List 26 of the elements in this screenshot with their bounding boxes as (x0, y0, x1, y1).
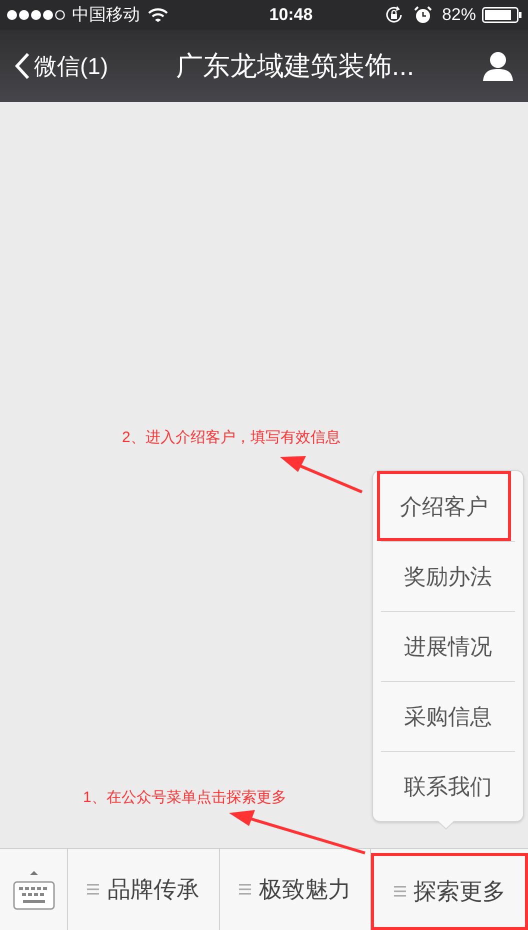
menu-lines-icon (394, 886, 406, 897)
back-button[interactable]: 微信(1) (14, 48, 108, 84)
battery-icon (482, 7, 522, 23)
popup-menu-item[interactable]: 介绍客户 (377, 471, 511, 541)
menu-tab[interactable]: 品牌传承 (68, 849, 220, 930)
popup-menu-item[interactable]: 进展情况 (381, 611, 515, 681)
rotation-lock-icon (384, 5, 404, 25)
wifi-icon (148, 8, 168, 22)
battery-percent: 82% (442, 4, 476, 26)
back-chevron-icon (14, 52, 30, 80)
signal-icon (6, 9, 66, 21)
annotation-text: 2、进入介绍客户，填写有效信息 (122, 428, 340, 448)
clock-time: 10:48 (269, 4, 313, 26)
menu-lines-icon (87, 884, 100, 895)
annotation-text: 1、在公众号菜单点击探索更多 (83, 788, 286, 808)
menu-lines-icon (239, 884, 251, 895)
carrier-name: 中国移动 (72, 4, 140, 26)
popup-menu-item[interactable]: 联系我们 (381, 751, 515, 821)
menu-tab[interactable]: 探索更多 (371, 853, 528, 930)
keyboard-icon (12, 870, 54, 910)
popup-menu-item[interactable]: 采购信息 (381, 681, 515, 751)
alarm-icon (414, 6, 432, 24)
chat-title: 广东龙域建筑装饰... (176, 50, 414, 83)
menu-tab[interactable]: 极致魅力 (220, 849, 372, 930)
person-icon[interactable] (482, 51, 514, 81)
popup-menu-item[interactable]: 奖励办法 (381, 541, 515, 611)
